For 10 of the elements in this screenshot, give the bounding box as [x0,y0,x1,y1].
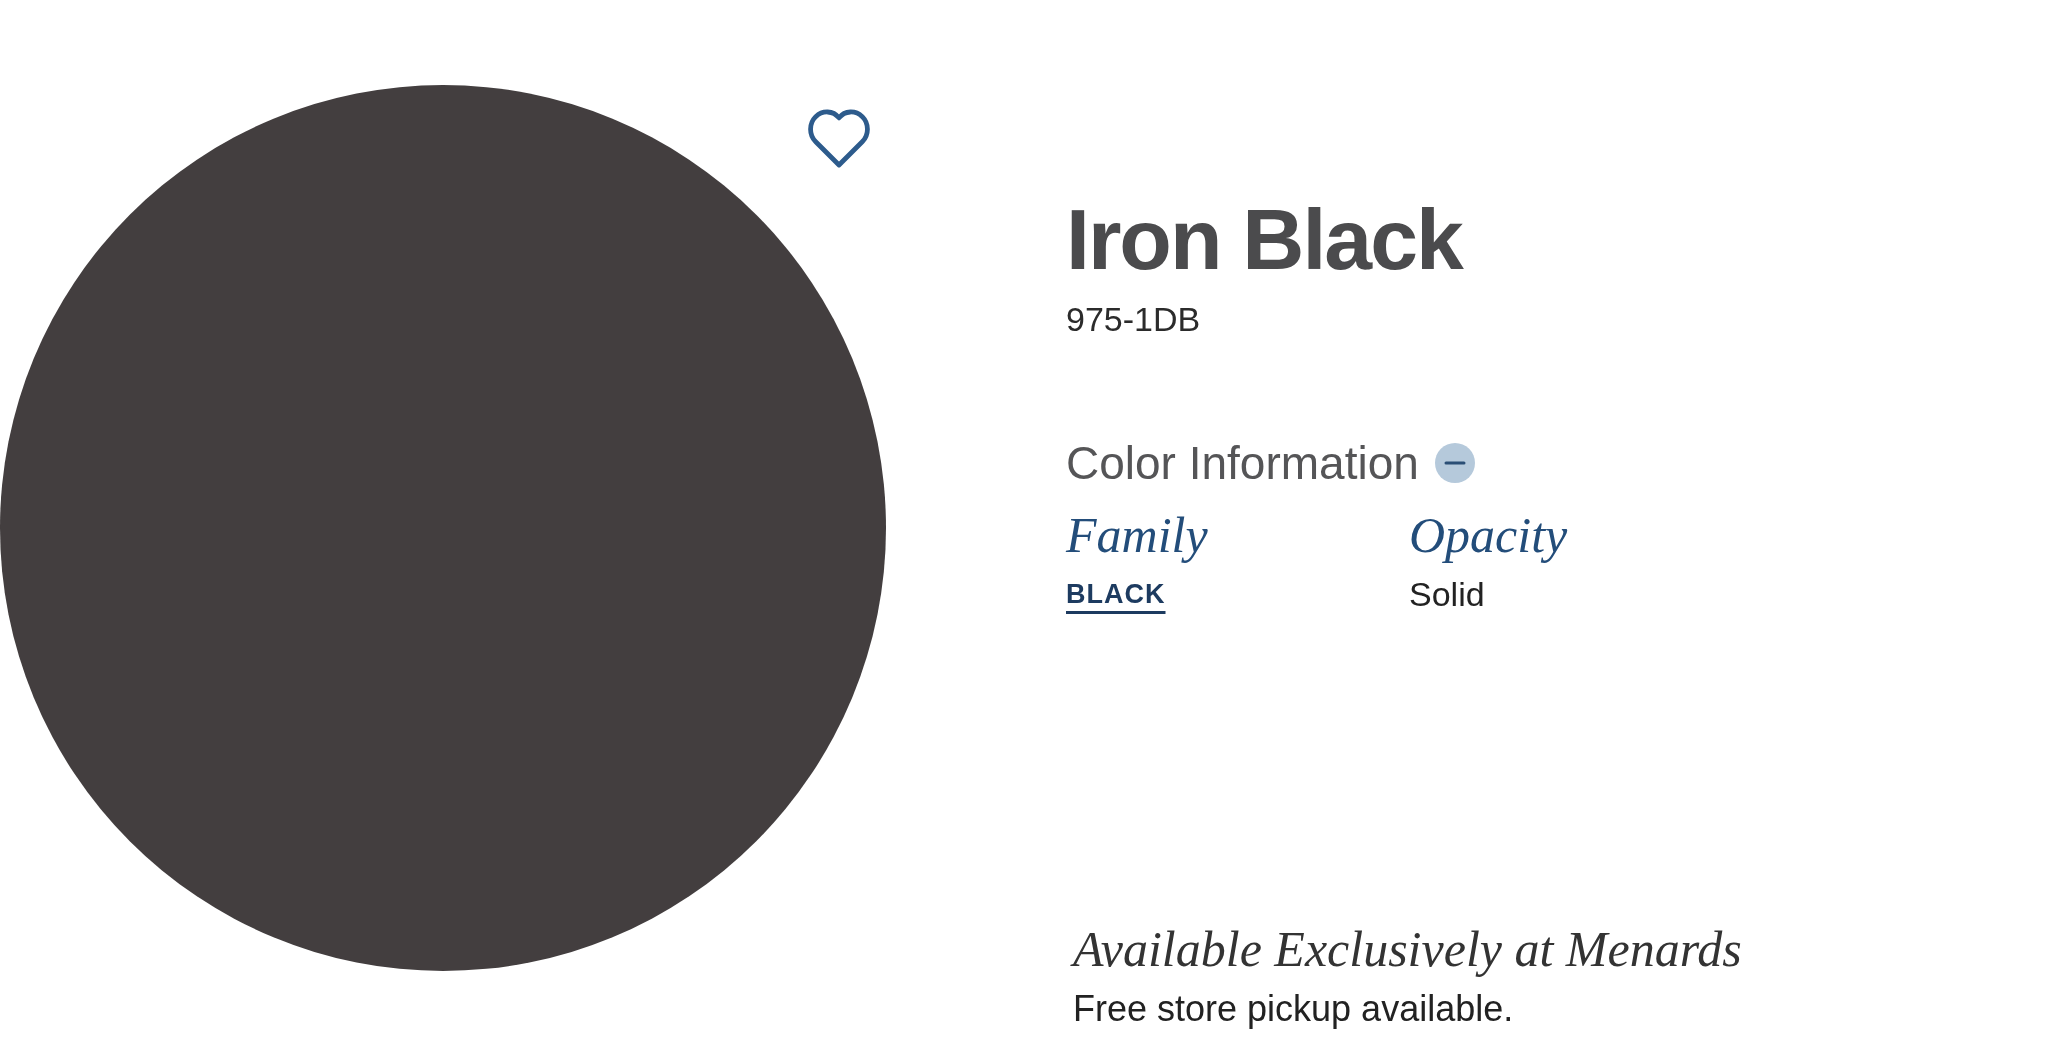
heart-icon[interactable] [806,108,872,168]
minus-icon[interactable] [1434,443,1475,484]
field-value: Solid [1409,575,1485,613]
section-heading: Color Information [1066,435,1419,491]
field-label: Family [1066,506,1208,565]
product-name: Iron Black [1066,196,1462,282]
pickup-note: Free store pickup available. [1073,986,1514,1030]
field-value-link[interactable]: BLACK [1066,579,1166,609]
field-label: Opacity [1409,506,1568,565]
product-code: 975-1DB [1066,299,1201,340]
